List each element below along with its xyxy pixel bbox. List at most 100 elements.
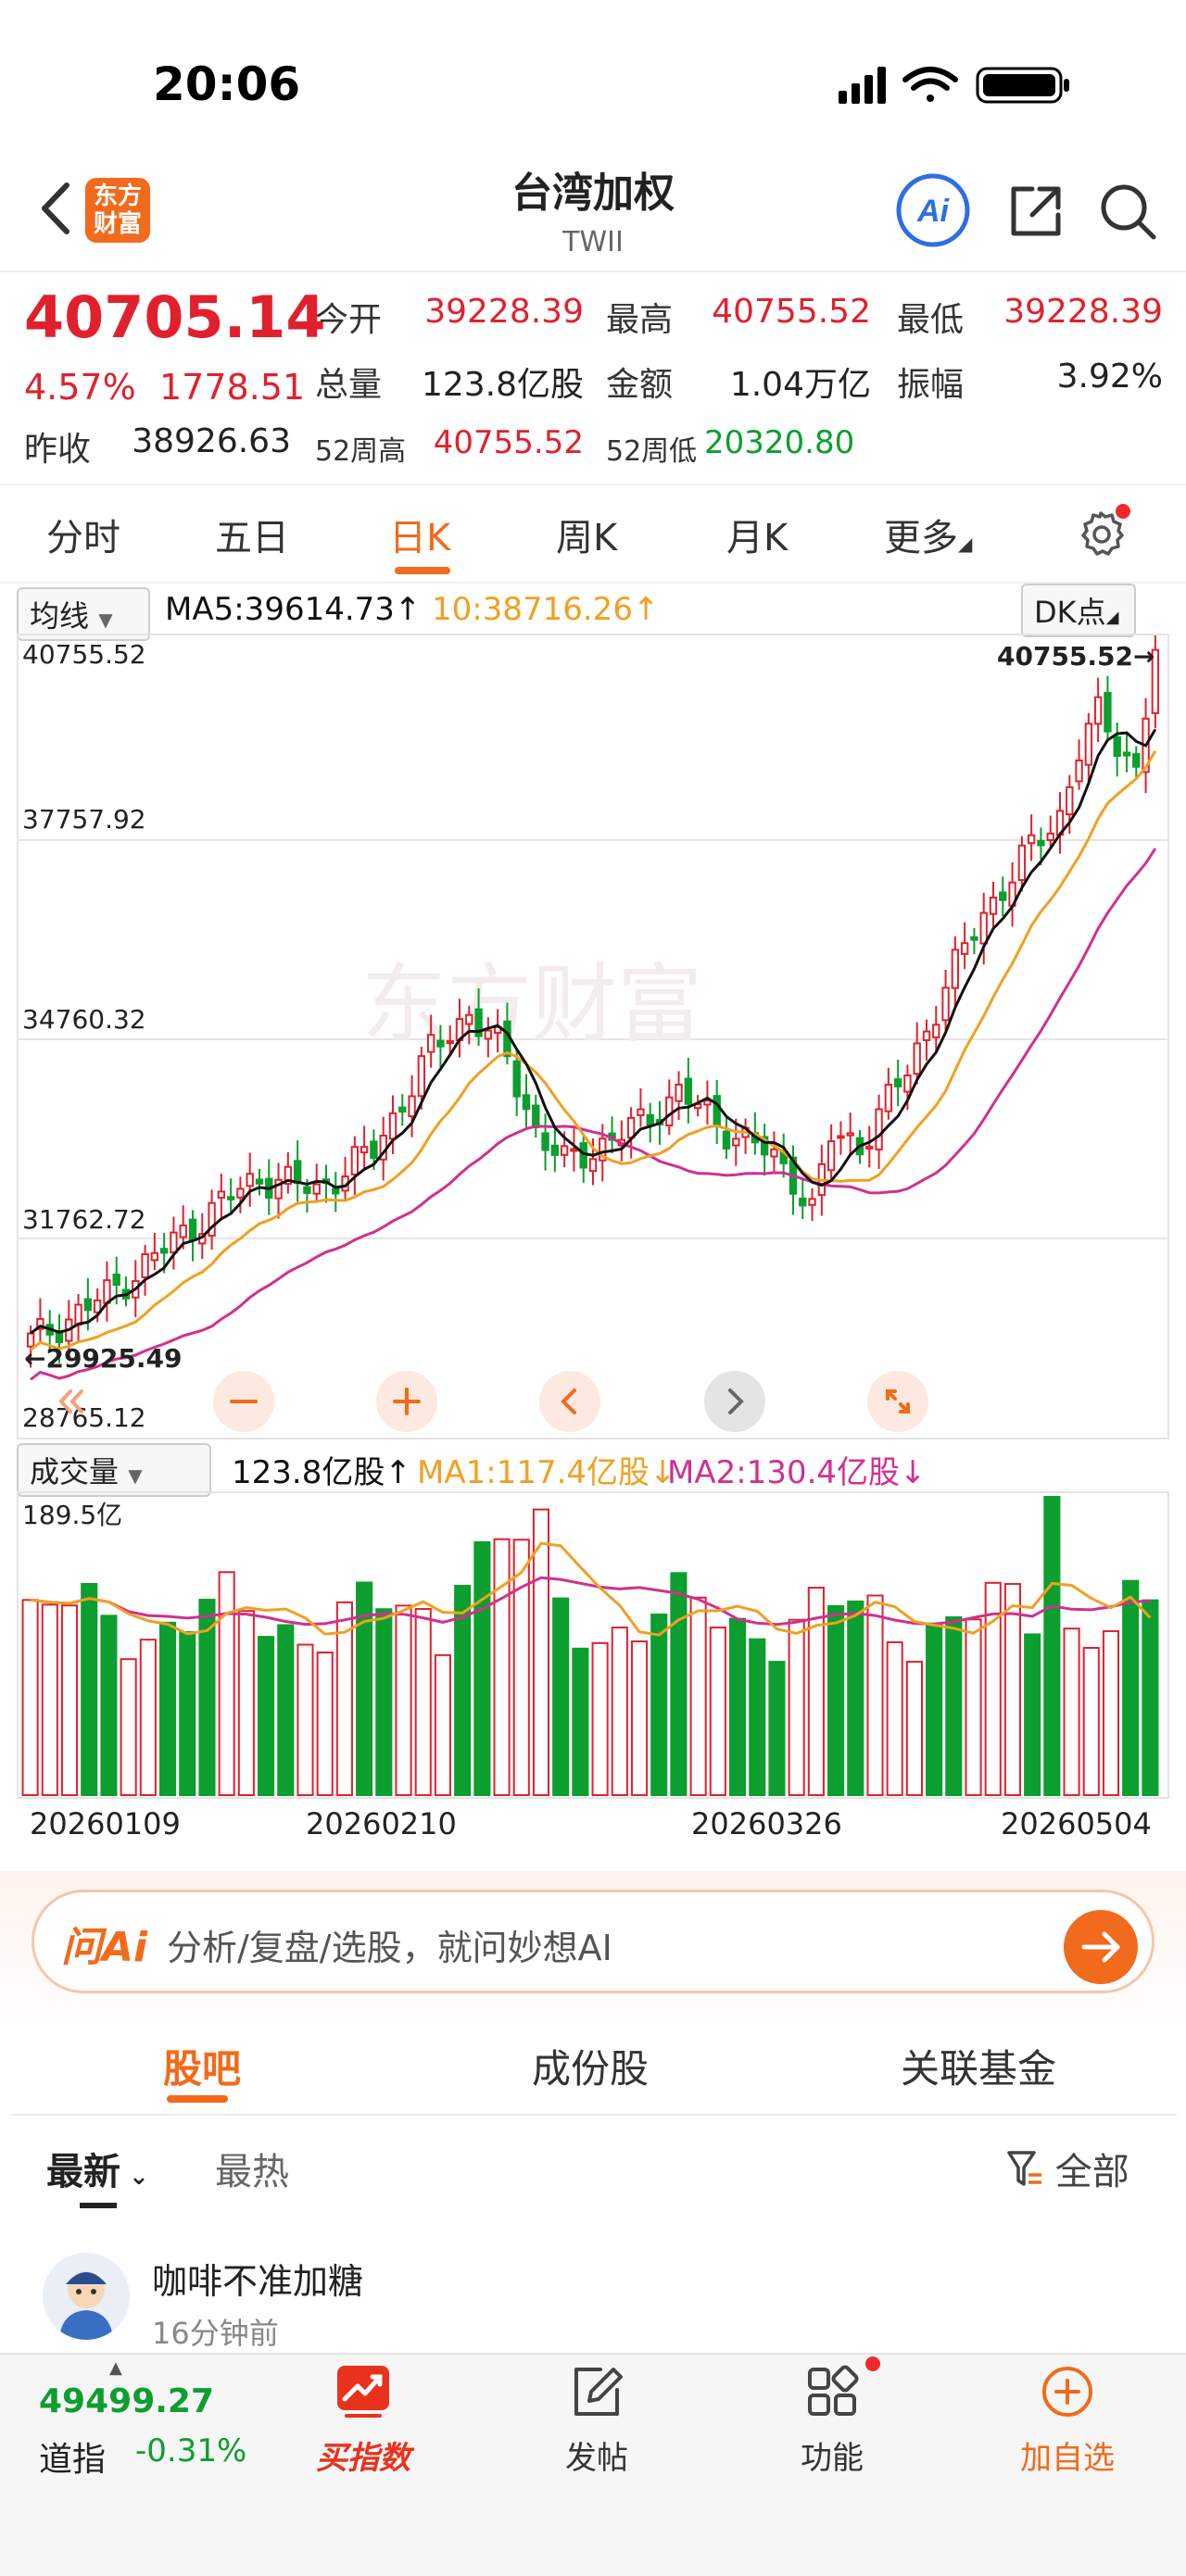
candle-body: [332, 1187, 340, 1195]
volume-selector-label: 成交量: [30, 1454, 120, 1489]
candle-body: [541, 1132, 549, 1151]
plus-icon: [393, 1388, 421, 1415]
post-button[interactable]: 发帖: [523, 2364, 671, 2477]
volume-selector[interactable]: 成交量 ▼: [17, 1443, 211, 1497]
candle-body: [188, 1218, 197, 1242]
share-icon: [1011, 186, 1061, 236]
candle-body: [999, 891, 1007, 901]
functions-button[interactable]: 功能: [758, 2356, 906, 2477]
candle-body: [484, 1029, 493, 1040]
candle-body: [799, 1197, 807, 1207]
tabs-divider: [0, 582, 1186, 584]
avatar[interactable]: [43, 2253, 130, 2340]
high-label: 最高: [606, 301, 674, 339]
volume-bar: [179, 1630, 196, 1796]
high-value: 40755.52: [712, 293, 871, 331]
tab-more[interactable]: 更多◢: [884, 508, 972, 561]
tab-more-label: 更多: [884, 517, 958, 559]
volume-bar: [788, 1618, 805, 1796]
volume-bar: [1122, 1579, 1140, 1797]
tab-intraday[interactable]: 分时: [46, 508, 120, 561]
ma10-legend: 10:38716.26↑: [432, 591, 660, 628]
ai-bar-placeholder[interactable]: 分析/复盘/选股，就问妙想AI: [167, 1919, 612, 1970]
add-watchlist-button[interactable]: 加自选: [993, 2364, 1142, 2477]
candle-body: [370, 1140, 378, 1160]
notification-dot: [1116, 504, 1130, 519]
amplitude-value: 3.92%: [1056, 358, 1163, 396]
expand-up-icon[interactable]: ▲: [109, 2358, 122, 2378]
candle-body: [1084, 723, 1093, 766]
change-amount: 1778.51: [159, 367, 306, 408]
tab-active-underline: [395, 567, 450, 574]
community-tabs-divider: [9, 2114, 1177, 2116]
sort-hot[interactable]: 最热: [215, 2142, 289, 2195]
volume-bar: [120, 1658, 137, 1796]
candle-body: [179, 1224, 187, 1238]
quote-divider: [0, 484, 1186, 485]
candle-body: [579, 1142, 587, 1169]
tab-guba[interactable]: 股吧: [163, 2038, 241, 2094]
volume-bar: [847, 1600, 864, 1796]
scroll-start-button[interactable]: [43, 1371, 104, 1432]
share-button[interactable]: [1006, 182, 1066, 241]
candle-body: [932, 1024, 940, 1038]
zoom-in-button[interactable]: [376, 1371, 437, 1432]
tab-constituents[interactable]: 成份股: [532, 2038, 649, 2094]
candle-body: [408, 1095, 416, 1118]
buy-index-button[interactable]: 买指数: [289, 2364, 437, 2477]
candle-body: [170, 1231, 178, 1254]
scroll-left-button[interactable]: [539, 1371, 600, 1432]
volume-label: 总量: [315, 366, 383, 404]
candle-body: [417, 1055, 426, 1098]
tab-related-funds[interactable]: 关联基金: [901, 2038, 1056, 2094]
volume-bar: [926, 1624, 943, 1796]
volume-bars: [21, 1496, 1159, 1797]
candle-body: [893, 1078, 902, 1087]
post-username[interactable]: 咖啡不准加糖: [152, 2253, 363, 2304]
tab-week-k[interactable]: 周K: [556, 508, 617, 561]
volume-chart[interactable]: 189.5亿: [17, 1491, 1169, 1799]
ai-button[interactable]: Ai: [895, 172, 971, 248]
candle-body: [865, 1145, 874, 1150]
tab-day-k[interactable]: 日K: [389, 508, 450, 561]
fullscreen-button[interactable]: [867, 1371, 928, 1432]
y-axis-label-4: 31762.72: [22, 1204, 146, 1235]
kline-chart[interactable]: 东方财富 40755.52 37757.92 34760.32 31762.72…: [17, 634, 1169, 1439]
scroll-right-button[interactable]: [704, 1371, 765, 1432]
volume-bar: [1063, 1627, 1080, 1796]
zoom-out-button[interactable]: [213, 1371, 274, 1432]
candle-body: [312, 1183, 321, 1195]
sort-latest[interactable]: 最新 ⌄: [46, 2142, 149, 2195]
candle-body: [522, 1094, 531, 1111]
candle-body: [303, 1186, 311, 1194]
search-button[interactable]: [1098, 182, 1157, 241]
ma5-legend: MA5:39614.73↑: [165, 591, 422, 628]
filter-button[interactable]: 全部: [1006, 2142, 1129, 2195]
volume-bar: [1102, 1629, 1120, 1796]
date-label-2: 20260210: [306, 1806, 457, 1841]
candle-body: [989, 896, 998, 915]
tab-five-day[interactable]: 五日: [215, 508, 289, 561]
volume-bar: [512, 1539, 530, 1797]
chart-settings-button[interactable]: [1075, 504, 1130, 559]
volume-bar: [237, 1610, 255, 1797]
filter-label: 全部: [1054, 2151, 1129, 2193]
ai-submit-button[interactable]: [1064, 1910, 1138, 1984]
candle-body: [112, 1273, 120, 1287]
volume-bar: [1082, 1646, 1100, 1796]
plus-circle-icon: [1040, 2364, 1095, 2419]
high-marker: 40755.52→: [997, 641, 1155, 672]
volume-max-label: 189.5亿: [22, 1500, 123, 1530]
dropdown-icon: ▼: [98, 609, 113, 631]
prev-close-value: 38926.63: [132, 422, 291, 460]
tab-month-k[interactable]: 月K: [726, 508, 788, 561]
volume-bar: [60, 1604, 79, 1796]
dk-point-button[interactable]: DK点◢: [1021, 584, 1136, 637]
candle-body: [388, 1112, 397, 1140]
open-label: 今开: [315, 301, 383, 339]
candle-body: [875, 1108, 883, 1150]
candle-body: [532, 1104, 540, 1129]
volume-ma2: MA2:130.4亿股↓: [667, 1454, 927, 1491]
ticker-index-value[interactable]: 49499.27: [39, 2382, 214, 2420]
signal-icon: [839, 67, 886, 104]
